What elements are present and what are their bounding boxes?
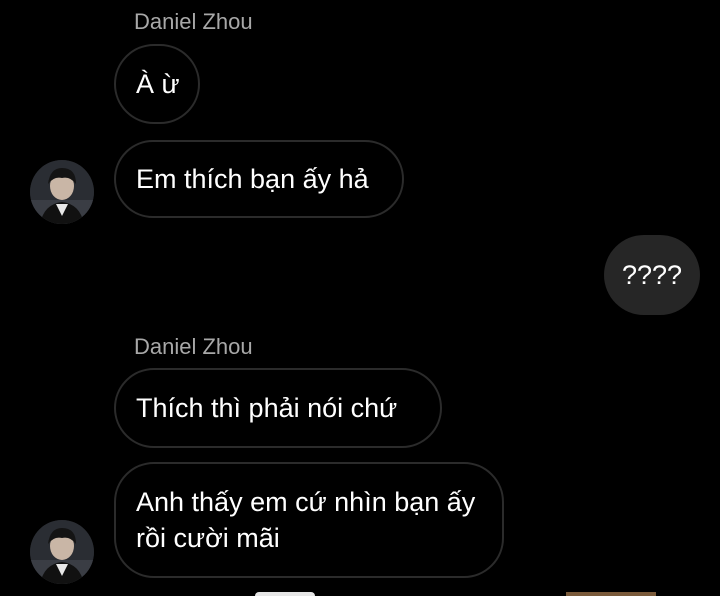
message-bubble-incoming[interactable]: Anh thấy em cứ nhìn bạn ấy rồi cười mãi — [114, 462, 504, 578]
message-bubble-outgoing[interactable]: ???? — [604, 235, 700, 315]
sender-name: Daniel Zhou — [134, 9, 253, 34]
message-bubble-incoming[interactable]: Em thích bạn ấy hả — [114, 140, 404, 218]
sender-avatar[interactable] — [30, 160, 94, 224]
profile-photo-icon — [30, 160, 94, 224]
message-text: Thích thì phải nói chứ — [136, 393, 398, 423]
sender-name: Daniel Zhou — [134, 334, 253, 359]
message-text: ???? — [621, 260, 683, 290]
next-message-edge — [255, 592, 315, 596]
next-media-edge — [566, 592, 656, 596]
profile-photo-icon — [30, 520, 94, 584]
message-bubble-incoming[interactable]: Thích thì phải nói chứ — [114, 368, 442, 448]
message-bubble-incoming[interactable]: À ừ — [114, 44, 200, 124]
message-text: Anh thấy em cứ nhìn bạn ấy rồi cười mãi — [136, 487, 476, 553]
message-text: À ừ — [136, 69, 180, 99]
message-text: Em thích bạn ấy hả — [136, 164, 369, 194]
sender-avatar[interactable] — [30, 520, 94, 584]
